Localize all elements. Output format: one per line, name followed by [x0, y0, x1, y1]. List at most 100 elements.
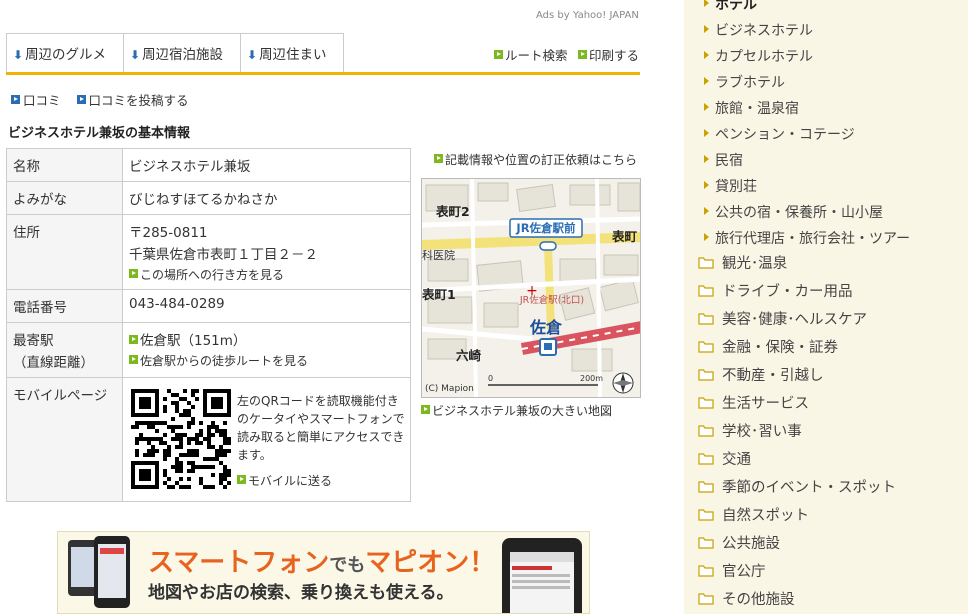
sidebar-category-label: 季節のイベント・スポット — [722, 480, 896, 496]
table-row: 住所 〒285-0811 千葉県佐倉市表町１丁目２－２ この場所への行き方を見る — [6, 214, 411, 290]
triangle-bullet-icon — [704, 77, 709, 85]
sidebar-category-item[interactable]: 自然スポット — [698, 504, 896, 532]
location-map[interactable]: JR佐倉駅前 + JR佐倉駅(北口) 表町2 表町 科医院 表町1 佐倉 六崎 … — [421, 178, 641, 398]
sidebar-category-label: 不動産・引越し — [722, 368, 824, 384]
station-cell: 佐倉駅（151m） 佐倉駅からの徒歩ルートを見る — [122, 322, 411, 378]
arrow-bullet-icon — [578, 50, 587, 59]
sidebar-category-label: 学校･習い事 — [722, 424, 802, 440]
phone-value: 043-484-0289 — [122, 289, 411, 323]
map-label-omotemachi1: 表町1 — [422, 287, 456, 302]
reading-label: よみがな — [6, 181, 123, 215]
nearby-tabbar: ⬇ 周辺のグルメ ⬇ 周辺宿泊施設 ⬇ 周辺住まい ルート検索 印刷する — [6, 33, 640, 75]
sidebar-category-label: 生活サービス — [722, 396, 809, 412]
sidebar-category-item[interactable]: ドライブ・カー用品 — [698, 280, 896, 308]
banner-title-mapion: マピオン！ — [365, 548, 496, 578]
post-review-link[interactable]: 口コミを投稿する — [76, 93, 189, 108]
sidebar-subcategory-item[interactable]: カプセルホテル — [704, 46, 910, 72]
basic-info-table: 名称 ビジネスホテル兼坂 よみがな びじねすほてるかねさか 住所 〒285-08… — [6, 148, 411, 502]
table-row: よみがな びじねすほてるかねさか — [6, 181, 411, 215]
address-label: 住所 — [6, 214, 123, 290]
arrow-bullet-icon — [76, 95, 86, 104]
folder-icon — [698, 285, 714, 297]
sidebar-category-item[interactable]: 季節のイベント・スポット — [698, 476, 896, 504]
map-label-sakura: 佐倉 — [529, 318, 563, 337]
sidebar-category-item[interactable]: 不動産・引越し — [698, 364, 896, 392]
banner-title-smartphone: スマートフォン — [148, 548, 330, 578]
station-label: 最寄駅 （直線距離） — [6, 322, 123, 378]
sidebar-subcategory-item[interactable]: 旅館・温泉宿 — [704, 98, 910, 124]
directions-label: この場所への行き方を見る — [140, 268, 285, 282]
arrow-bullet-icon — [237, 475, 246, 484]
map-scale-label: 200m — [580, 374, 603, 383]
triangle-bullet-icon — [704, 129, 709, 137]
sidebar-subcategory-item[interactable]: 貸別荘 — [704, 176, 910, 202]
folder-icon — [698, 397, 714, 409]
sidebar-subcategory-label: 民宿 — [715, 153, 743, 169]
correction-request-link[interactable]: 記載情報や位置の訂正依頼はこちら — [434, 151, 637, 168]
reviews-link[interactable]: 口コミ — [11, 93, 61, 108]
sidebar-category-item[interactable]: 学校･習い事 — [698, 420, 896, 448]
map-scale-zero: 0 — [488, 374, 493, 383]
large-map-label: ビジネスホテル兼坂の大きい地図 — [432, 404, 613, 418]
tab-nearby-housing[interactable]: ⬇ 周辺住まい — [240, 33, 344, 72]
map-canvas: JR佐倉駅前 + JR佐倉駅(北口) 表町2 表町 科医院 表町1 佐倉 六崎 … — [422, 179, 640, 397]
route-search-link[interactable]: ルート検索 — [494, 45, 568, 64]
tab-nearby-gourmet[interactable]: ⬇ 周辺のグルメ — [6, 33, 124, 72]
qr-instructions: 左のQRコードを読取機能付きのケータイやスマートフォンで読み取ると簡単にアクセス… — [237, 394, 405, 462]
large-map-link[interactable]: ビジネスホテル兼坂の大きい地図 — [421, 402, 612, 419]
sidebar-category-label: 美容･健康･ヘルスケア — [722, 312, 867, 328]
sidebar-category-item[interactable]: 官公庁 — [698, 560, 896, 588]
folder-icon — [698, 537, 714, 549]
banner-subtitle: 地図やお店の検索、乗り換えも使える。 — [148, 583, 454, 603]
folder-icon — [698, 509, 714, 521]
sidebar-category-item[interactable]: その他施設 — [698, 588, 896, 614]
arrow-bullet-icon — [421, 405, 430, 414]
sidebar-subcategory-item[interactable]: ビジネスホテル — [704, 20, 910, 46]
folder-icon — [698, 481, 714, 493]
smartphone-app-banner[interactable]: スマートフォンでもマピオン！ 地図やお店の検索、乗り換えも使える。 — [57, 531, 590, 614]
triangle-bullet-icon — [704, 207, 709, 215]
sidebar-category-item[interactable]: 生活サービス — [698, 392, 896, 420]
sidebar-subcategory-item[interactable]: 民宿 — [704, 150, 910, 176]
address-cell: 〒285-0811 千葉県佐倉市表町１丁目２－２ この場所への行き方を見る — [122, 214, 411, 290]
postal-code: 〒285-0811 — [129, 225, 208, 241]
sidebar-subcategory-item[interactable]: ペンション・コテージ — [704, 124, 910, 150]
triangle-bullet-icon — [704, 233, 709, 241]
sidebar-subcategory-item[interactable]: ホテル — [704, 0, 910, 20]
sidebar-category-item[interactable]: 観光･温泉 — [698, 252, 896, 280]
folder-icon — [698, 369, 714, 381]
sidebar-category-label: 交通 — [722, 452, 751, 468]
send-to-mobile-link[interactable]: モバイルに送る — [237, 472, 408, 489]
post-review-label: 口コミを投稿する — [88, 93, 189, 108]
sidebar-category-item[interactable]: 金融・保険・証券 — [698, 336, 896, 364]
folder-icon — [698, 257, 714, 269]
route-search-label: ルート検索 — [505, 48, 568, 63]
mobile-cell: 左のQRコードを読取機能付きのケータイやスマートフォンで読み取ると簡単にアクセス… — [122, 377, 411, 502]
directions-link[interactable]: この場所への行き方を見る — [129, 266, 404, 283]
sidebar-subcategory-item[interactable]: ラブホテル — [704, 72, 910, 98]
sidebar-category-label: ドライブ・カー用品 — [722, 284, 853, 300]
folder-icon — [698, 565, 714, 577]
sidebar-subcategory-item[interactable]: 公共の宿・保養所・山小屋 — [704, 202, 910, 228]
walk-route-link[interactable]: 佐倉駅からの徒歩ルートを見る — [129, 352, 404, 369]
download-arrow-icon: ⬇ — [130, 48, 141, 62]
nearest-station-link[interactable]: 佐倉駅（151m） — [129, 329, 404, 349]
banner-title-demo: でも — [329, 555, 366, 576]
sidebar-category-item[interactable]: 交通 — [698, 448, 896, 476]
section-title: ビジネスホテル兼坂の基本情報 — [8, 126, 191, 141]
arrow-bullet-icon — [129, 335, 138, 344]
name-label: 名称 — [6, 148, 123, 182]
name-value: ビジネスホテル兼坂 — [122, 148, 411, 182]
station-label-line1: 最寄駅 — [13, 333, 54, 349]
print-link[interactable]: 印刷する — [578, 45, 639, 64]
map-label-rokuzaki: 六崎 — [456, 348, 482, 363]
tab-nearby-lodging[interactable]: ⬇ 周辺宿泊施設 — [123, 33, 241, 72]
download-arrow-icon: ⬇ — [13, 48, 24, 62]
sidebar-subcategory-label: ビジネスホテル — [715, 23, 813, 39]
smartphone-screen-icon — [502, 538, 582, 613]
sidebar-category-item[interactable]: 公共施設 — [698, 532, 896, 560]
sidebar-subcategory-item[interactable]: 旅行代理店・旅行会社・ツアー — [704, 228, 910, 254]
map-label-omotemachi: 表町 — [611, 229, 638, 244]
sidebar-subcategory-label: 旅行代理店・旅行会社・ツアー — [715, 231, 911, 247]
sidebar-category-item[interactable]: 美容･健康･ヘルスケア — [698, 308, 896, 336]
